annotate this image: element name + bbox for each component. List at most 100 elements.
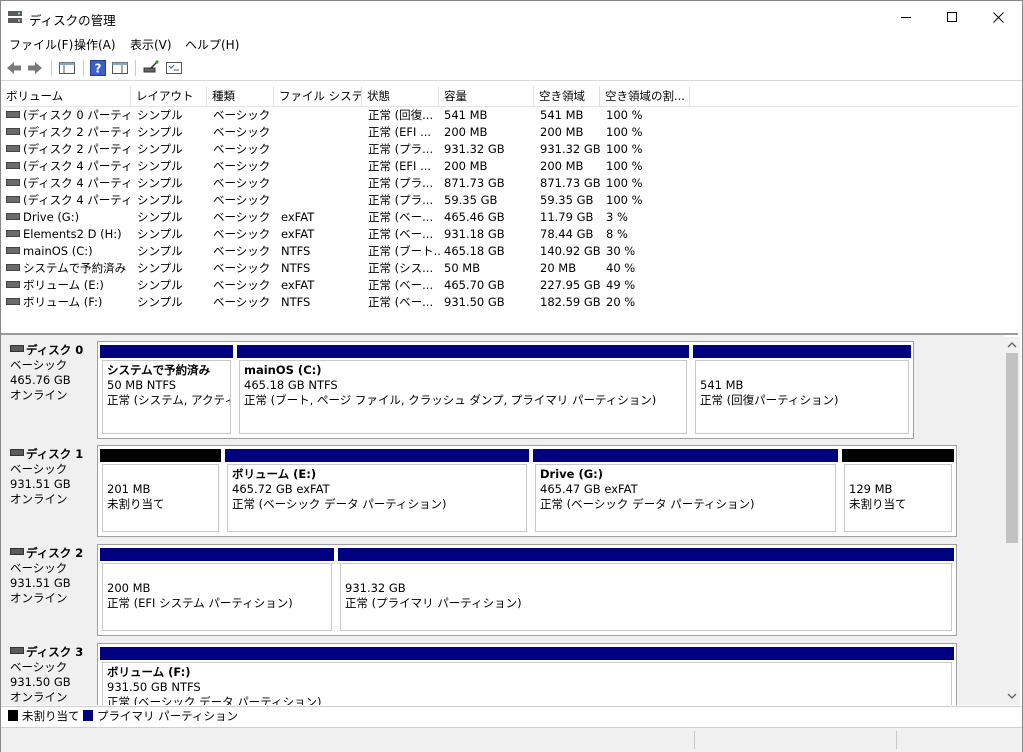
volume-cell-text: 正常 (ブート... [368, 244, 442, 258]
connect-disk-icon[interactable] [142, 59, 160, 77]
partition-unallocated[interactable]: 201 MB 未割り当て [98, 446, 223, 536]
volume-cell: シンプル [137, 243, 211, 260]
menu-view[interactable]: 表示(V) [130, 36, 172, 53]
action-pane-icon[interactable] [111, 59, 129, 77]
volume-cell: (ディスク 2 パーティシ... [6, 124, 132, 141]
partition-mainos-c[interactable]: mainOS (C:) 465.18 GB NTFS 正常 (ブート, ページ … [235, 342, 691, 438]
volume-cell-text: exFAT [281, 278, 315, 292]
partition-recovery[interactable]: 541 MB 正常 (回復パーティション) [691, 342, 913, 438]
partition-volume-e[interactable]: ボリューム (E:) 465.72 GB exFAT 正常 (ベーシック データ… [223, 446, 531, 536]
scrollbar-thumb[interactable] [1006, 353, 1018, 543]
disk-2-info[interactable]: ディスク 2 ベーシック 931.51 GB オンライン [1, 538, 97, 630]
volume-row[interactable]: (ディスク 0 パーティシ... シンプル ベーシック 正常 (回復... 541 MB… [1, 107, 701, 124]
volume-cell-text: ボリューム (E:) [23, 278, 104, 292]
volume-cell: 49 % [606, 277, 686, 294]
volume-row[interactable]: (ディスク 4 パーティシ... シンプル ベーシック 正常 (EFI ... 200 … [1, 158, 701, 175]
status-divider [694, 731, 695, 749]
graphical-view-scrollbar[interactable] [1004, 337, 1020, 705]
volume-cell: 正常 (ベー... [368, 277, 442, 294]
toolbar-separator [135, 60, 136, 76]
volume-cell [281, 175, 366, 192]
volume-row[interactable]: システムで予約済み シンプル ベーシック NTFS 正常 (シス... 50 MB 20 M… [1, 260, 701, 277]
column-header-filesystem[interactable]: ファイル システム [274, 86, 362, 106]
disk-3-partitions: ボリューム (F:) 931.50 GB NTFS 正常 (ベーシック データ … [97, 643, 957, 705]
properties-icon[interactable] [165, 59, 183, 77]
volume-cell-text: シンプル [137, 227, 183, 241]
partition-volume-f[interactable]: ボリューム (F:) 931.50 GB NTFS 正常 (ベーシック データ … [98, 644, 956, 705]
maximize-button[interactable] [929, 1, 975, 33]
partition-status: 未割り当て [107, 497, 165, 511]
menu-action[interactable]: 操作(A) [74, 36, 116, 53]
column-header-type[interactable]: 種類 [207, 86, 274, 106]
volume-cell-text: 227.95 GB [540, 278, 601, 292]
menu-help[interactable]: ヘルプ(H) [185, 36, 239, 53]
partition-system-reserved[interactable]: システムで予約済み 50 MB NTFS 正常 (システム, アクティブ, [98, 342, 235, 438]
toolbar-separator [83, 60, 84, 76]
volume-cell: mainOS (C:) [6, 243, 132, 260]
volume-cell: 100 % [606, 107, 686, 124]
volume-row[interactable]: (ディスク 2 パーティシ... シンプル ベーシック 正常 (EFI ... 200 … [1, 124, 701, 141]
volume-icon [6, 128, 20, 135]
status-divider [896, 731, 897, 749]
volume-row[interactable]: ボリューム (E:) シンプル ベーシック exFAT 正常 (ベー... 465.70 … [1, 277, 701, 294]
volume-cell: ベーシック [213, 243, 279, 260]
volume-cell-text: (ディスク 0 パーティシ... [23, 108, 132, 122]
volume-cell: ベーシック [213, 277, 279, 294]
volume-cell: 465.70 GB [444, 277, 538, 294]
legend-bar: 未割り当て プライマリ パーティション [1, 706, 1022, 725]
volume-cell: 50 MB [444, 260, 538, 277]
menu-file[interactable]: ファイル(F) [9, 36, 73, 53]
window-title: ディスクの管理 [29, 13, 116, 28]
volume-row[interactable]: ボリューム (F:) シンプル ベーシック NTFS 正常 (ベー... 931.50 G… [1, 294, 701, 311]
volume-row[interactable]: (ディスク 2 パーティシ... シンプル ベーシック 正常 (プラ... 931.32… [1, 141, 701, 158]
volume-icon [6, 111, 20, 118]
disk-0-info[interactable]: ディスク 0 ベーシック 465.76 GB オンライン [1, 335, 97, 433]
forward-arrow-icon[interactable] [26, 59, 44, 77]
close-button[interactable] [975, 1, 1021, 33]
back-arrow-icon[interactable] [5, 59, 23, 77]
scroll-down-icon[interactable] [1007, 693, 1017, 700]
volume-cell-text: 59.35 GB [540, 193, 594, 207]
volume-row[interactable]: (ディスク 4 パーティシ... シンプル ベーシック 正常 (プラ... 871.73… [1, 175, 701, 192]
menu-bar: ファイル(F) 操作(A) 表示(V) ヘルプ(H) [1, 33, 1022, 55]
volume-cell: シンプル [137, 107, 211, 124]
disk-size: 931.51 GB [10, 576, 71, 590]
disk-1-info[interactable]: ディスク 1 ベーシック 931.51 GB オンライン [1, 439, 97, 531]
partition-efi-system[interactable]: 200 MB 正常 (EFI システム パーティション) [98, 545, 336, 635]
column-header-capacity[interactable]: 容量 [439, 86, 534, 106]
help-icon[interactable]: ? [89, 59, 107, 77]
disk-3-info[interactable]: ディスク 3 ベーシック 931.50 GB オンライン [1, 637, 97, 705]
volume-cell-text: 931.50 GB [444, 295, 505, 309]
volume-cell: 20 MB [540, 260, 604, 277]
partition-drive-g[interactable]: Drive (G:) 465.47 GB exFAT 正常 (ベーシック データ… [531, 446, 840, 536]
partition-unallocated[interactable]: 129 MB 未割り当て [840, 446, 956, 536]
volume-cell-text: 200 MB [444, 159, 488, 173]
scroll-up-icon[interactable] [1007, 341, 1017, 348]
partition-status: 正常 (ベーシック データ パーティション) [540, 497, 755, 511]
column-header-layout[interactable]: レイアウト [131, 86, 207, 106]
column-header-status[interactable]: 状態 [362, 86, 439, 106]
volume-row[interactable]: Drive (G:) シンプル ベーシック exFAT 正常 (ベー... 465.46 … [1, 209, 701, 226]
volume-cell: 78.44 GB [540, 226, 604, 243]
disk-management-window: ディスクの管理 ファイル(F) 操作(A) 表示(V) ヘルプ(H) ? ボリュ… [0, 0, 1023, 752]
console-tree-icon[interactable] [58, 59, 76, 77]
volume-cell-text: ボリューム (F:) [23, 295, 103, 309]
column-header-free-space[interactable]: 空き領域 [534, 86, 600, 106]
volume-row[interactable]: mainOS (C:) シンプル ベーシック NTFS 正常 (ブート... 465.18… [1, 243, 701, 260]
volume-cell-text: シンプル [137, 176, 183, 190]
volume-row[interactable]: (ディスク 4 パーティシ... シンプル ベーシック 正常 (プラ... 59.35 … [1, 192, 701, 209]
volume-cell-text: 正常 (ベー... [368, 278, 434, 292]
volume-cell-text: ベーシック [213, 244, 271, 258]
volume-cell: シンプル [137, 226, 211, 243]
column-header-percent-free[interactable]: 空き領域の割... [600, 86, 690, 106]
column-header-volume[interactable]: ボリューム [1, 86, 131, 106]
volume-cell-text: (ディスク 2 パーティシ... [23, 142, 132, 156]
volume-cell: シンプル [137, 175, 211, 192]
volume-icon [6, 230, 20, 237]
volume-row[interactable]: Elements2 D (H:) シンプル ベーシック exFAT 正常 (ベー... 9… [1, 226, 701, 243]
minimize-button[interactable] [883, 1, 929, 33]
volume-cell: シンプル [137, 124, 211, 141]
volume-cell-text: 140.92 GB [540, 244, 601, 258]
volume-cell-text: (ディスク 4 パーティシ... [23, 193, 132, 207]
partition-primary[interactable]: 931.32 GB 正常 (プライマリ パーティション) [336, 545, 956, 635]
